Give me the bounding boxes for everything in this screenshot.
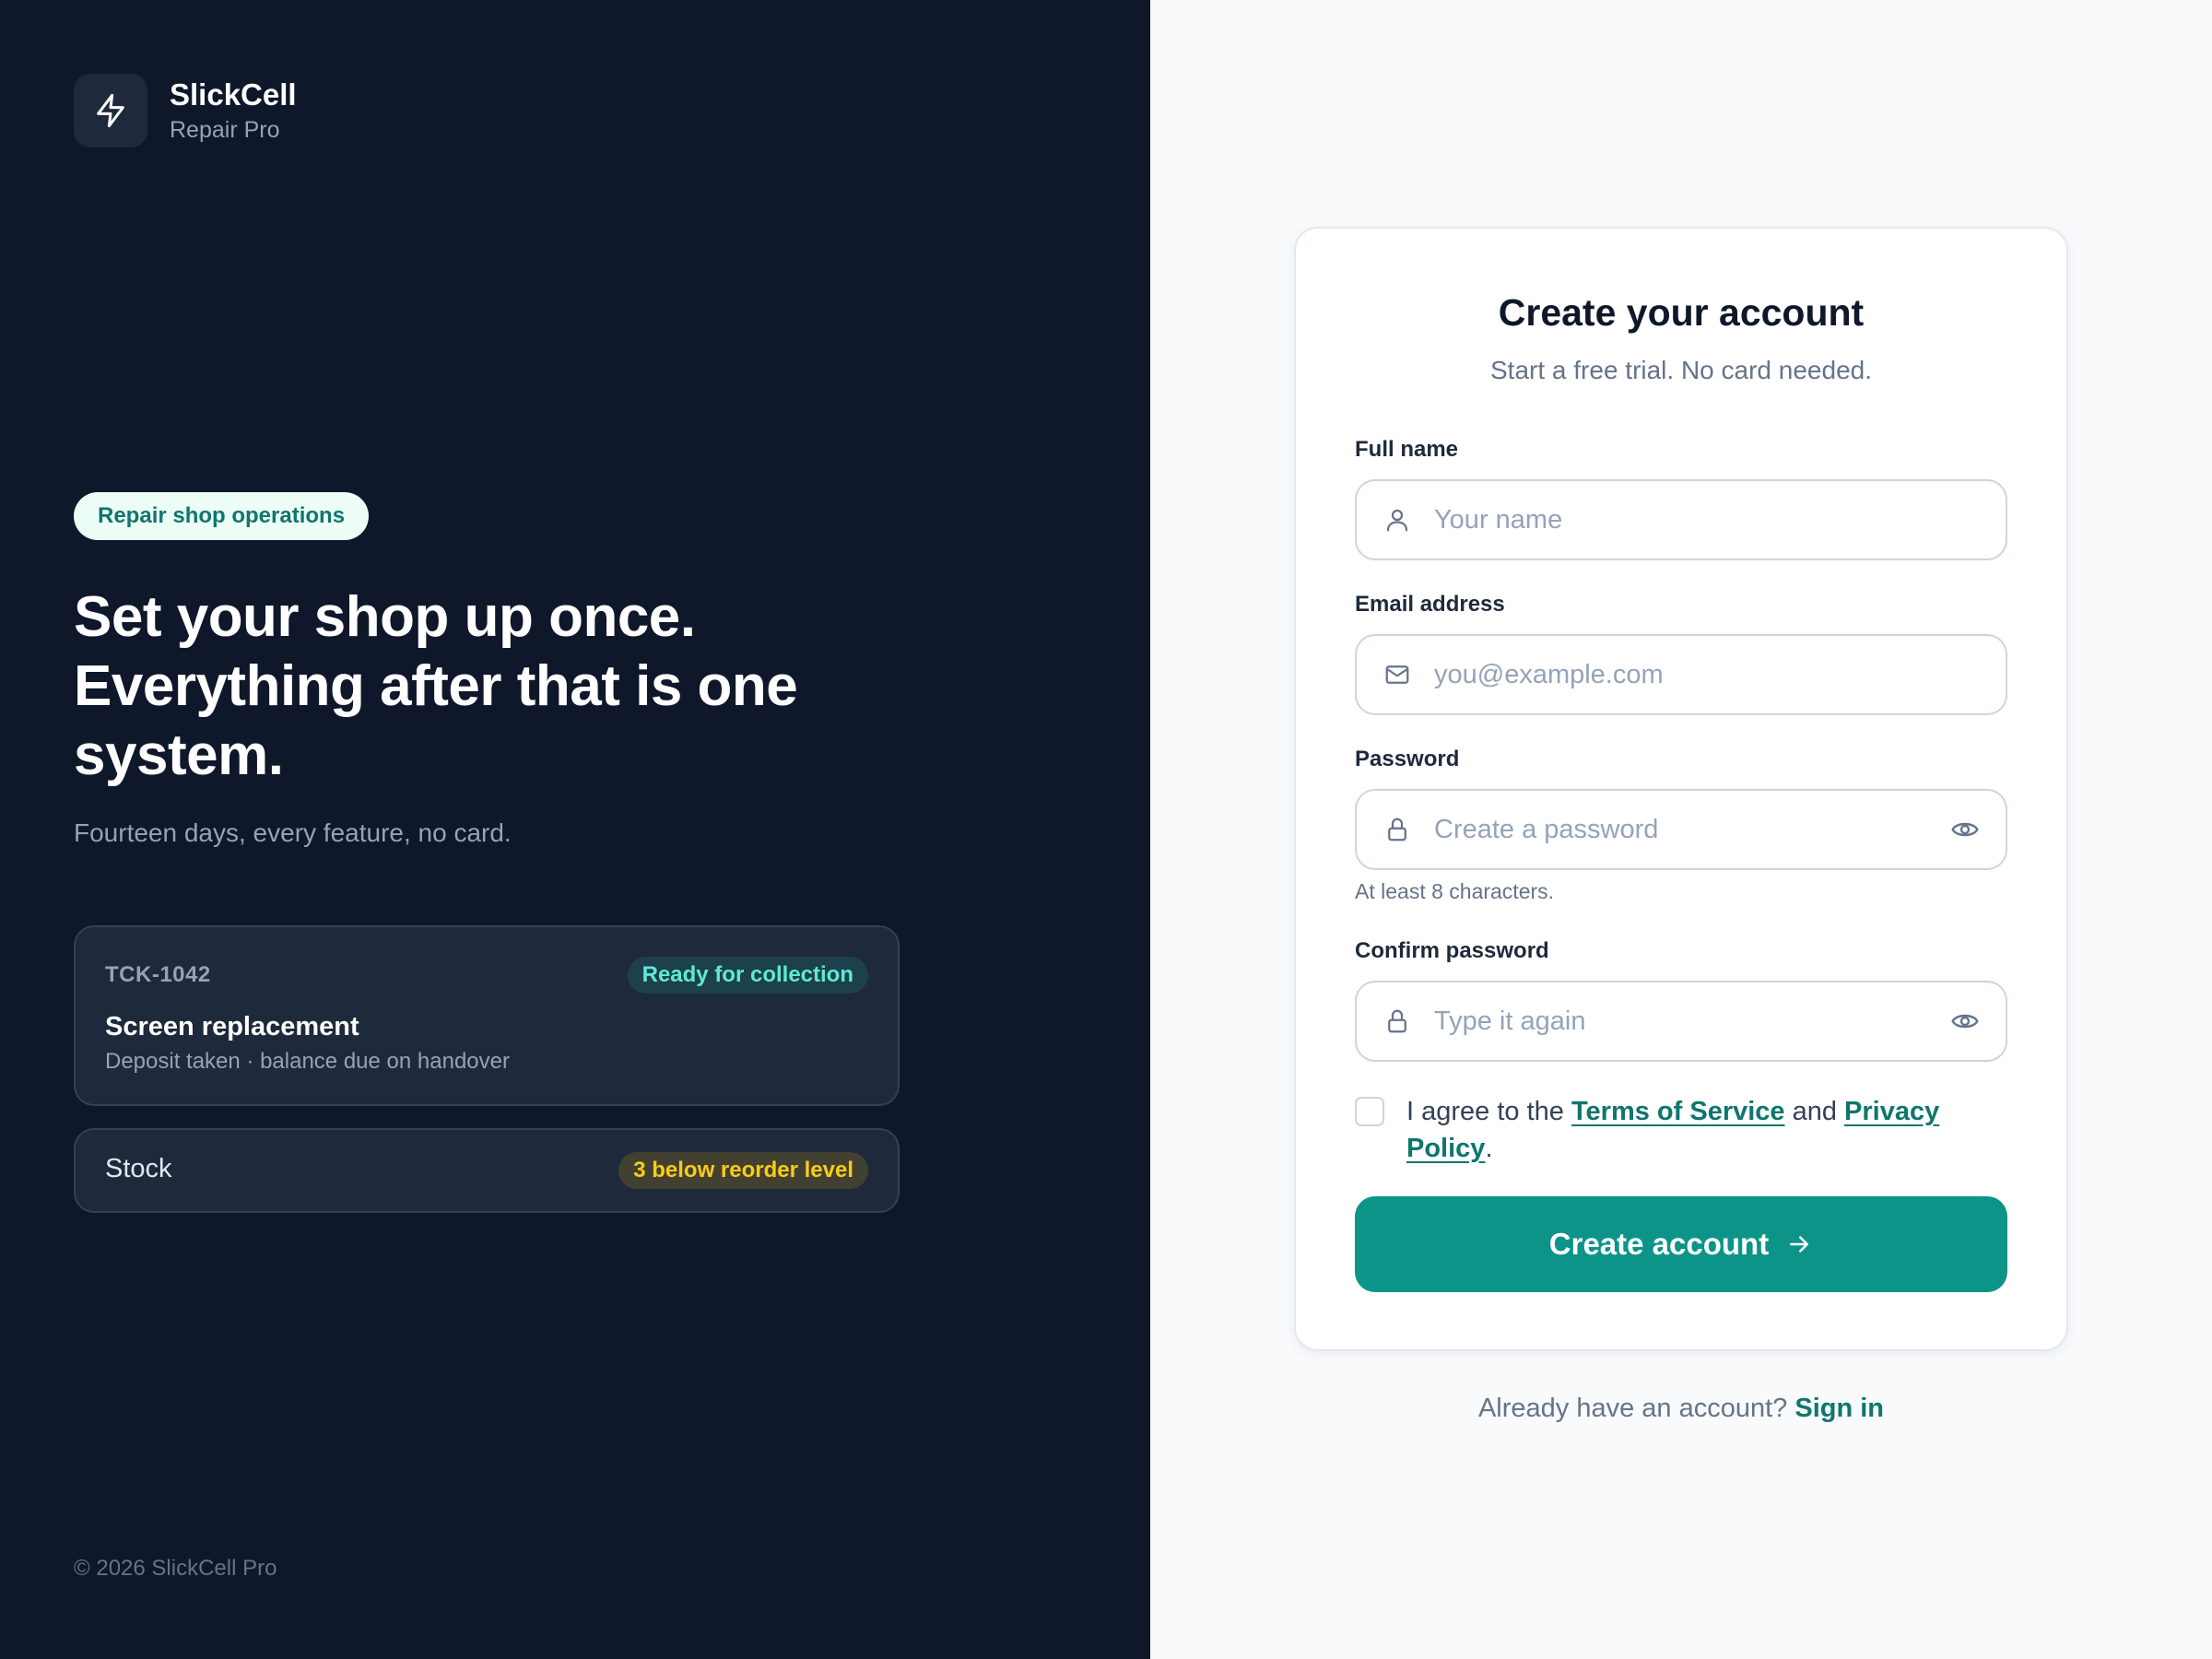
sign-in-link[interactable]: Sign in (1794, 1394, 1884, 1423)
password-hint: At least 8 characters. (1355, 879, 1555, 903)
hero-headline: Set your shop up once. Everything after … (74, 585, 798, 787)
brand-subtitle: Repair Pro (170, 117, 280, 143)
email-label: Email address (1355, 592, 1505, 617)
terms-middle: and (1784, 1097, 1845, 1126)
ticket-title: Screen replacement (105, 1012, 359, 1041)
terms-prefix: I agree to the (1406, 1097, 1571, 1126)
confirm-password-input[interactable] (1432, 994, 1947, 1049)
arrow-right-icon (1785, 1230, 1813, 1258)
terms-suffix: . (1485, 1134, 1493, 1163)
ticket-id: TCK-1042 (105, 962, 211, 987)
terms-text: I agree to the Terms of Service and Priv… (1406, 1093, 1996, 1167)
create-account-button[interactable]: Create account (1355, 1196, 2007, 1292)
brand-name: SlickCell (170, 77, 297, 112)
hero-subhead: Fourteen days, every feature, no card. (74, 818, 512, 847)
signin-prompt: Already have an account? Sign in (1294, 1394, 2068, 1424)
email-input[interactable] (1432, 647, 2006, 702)
email-field-wrapper (1355, 634, 2007, 715)
password-input[interactable] (1432, 802, 1947, 857)
user-icon (1382, 505, 1412, 535)
mail-icon (1382, 660, 1412, 689)
signup-card: Create your account Start a free trial. … (1294, 227, 2068, 1351)
password-field-wrapper (1355, 789, 2007, 870)
show-confirm-password-eye-icon[interactable] (1947, 1003, 1983, 1040)
show-password-eye-icon[interactable] (1947, 811, 1983, 848)
password-label: Password (1355, 747, 1460, 771)
ticket-preview-card: TCK-1042 Ready for collection Screen rep… (74, 925, 900, 1106)
full-name-input[interactable] (1432, 492, 2006, 547)
create-account-label: Create account (1548, 1227, 1770, 1261)
signin-prompt-text: Already have an account? (1477, 1394, 1795, 1423)
stock-preview-card: Stock 3 below reorder level (74, 1128, 900, 1213)
copyright: © 2026 SlickCell Pro (74, 1556, 277, 1581)
brand-logo (74, 74, 147, 147)
stock-badge: 3 below reorder level (618, 1152, 868, 1189)
marketing-panel: SlickCell Repair Pro Repair shop operati… (0, 0, 1150, 1659)
lightning-bolt-icon (97, 93, 124, 128)
terms-checkbox[interactable] (1355, 1097, 1384, 1126)
lock-icon (1382, 815, 1412, 844)
full-name-field-wrapper (1355, 479, 2007, 560)
confirm-password-label: Confirm password (1355, 938, 1549, 963)
brand: SlickCell Repair Pro (74, 74, 297, 147)
stock-label: Stock (105, 1154, 172, 1183)
status-badge: Ready for collection (627, 957, 868, 994)
form-title: Create your account (1498, 291, 1865, 334)
category-pill: Repair shop operations (74, 492, 370, 540)
confirm-password-field-wrapper (1355, 981, 2007, 1062)
full-name-label: Full name (1355, 437, 1459, 462)
ticket-description: Deposit taken · balance due on handover (105, 1049, 510, 1074)
form-subtitle: Start a free trial. No card needed. (1490, 356, 1872, 384)
terms-of-service-link[interactable]: Terms of Service (1571, 1097, 1785, 1126)
lock-icon (1382, 1006, 1412, 1036)
